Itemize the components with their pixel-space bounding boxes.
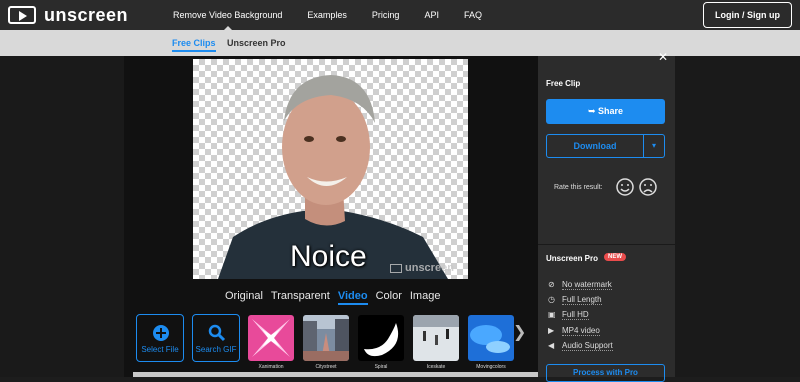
close-icon[interactable]: ✕	[658, 50, 668, 64]
smiley-face-icon[interactable]	[616, 178, 634, 196]
right-margin	[675, 56, 800, 377]
login-signup-button[interactable]: Login / Sign up	[703, 2, 792, 28]
nav-pricing[interactable]: Pricing	[372, 0, 400, 30]
select-file-button[interactable]: Select File	[136, 314, 184, 362]
tab-original[interactable]: Original	[225, 290, 263, 305]
download-button[interactable]: Download	[546, 134, 644, 158]
tab-video[interactable]: Video	[337, 290, 368, 305]
spiral-graphic	[364, 323, 399, 357]
tab-color[interactable]: Color	[376, 290, 402, 305]
horizontal-scrollbar[interactable]	[133, 372, 538, 377]
feature-full-hd: ▣ Full HD	[548, 310, 589, 320]
nav-remove-video-background[interactable]: Remove Video Background	[173, 0, 282, 31]
background-thumb-xanimation[interactable]	[248, 315, 294, 361]
feature-audio-support: ◀ Audio Support	[548, 341, 613, 351]
plus-circle-icon	[153, 325, 169, 341]
thumb-label-spiral: Spiral	[374, 364, 388, 370]
rate-result-label: Rate this result:	[554, 184, 603, 191]
unscreen-watermark: unscreen	[390, 262, 454, 274]
carousel-next-arrow-icon[interactable]: ❯	[513, 322, 526, 342]
no-watermark-icon: ⊘	[548, 280, 555, 289]
background-type-tabs: Original Transparent Video Color Image	[225, 290, 448, 305]
nav-api[interactable]: API	[424, 0, 439, 30]
tab-transparent[interactable]: Transparent	[271, 290, 330, 305]
process-with-pro-button[interactable]: Process with Pro	[546, 364, 665, 382]
video-icon: ▶	[548, 326, 555, 335]
tab-image[interactable]: Image	[410, 290, 441, 305]
thumb-label-movingcolors: Movingcolors	[476, 364, 506, 370]
panel-title: Free Clip	[546, 79, 581, 88]
x-pattern-graphic	[252, 319, 290, 357]
sub-navigation-bar: Free Clips Unscreen Pro	[0, 30, 800, 56]
city-street-graphic	[303, 315, 349, 361]
frowny-face-icon[interactable]	[639, 178, 657, 196]
speaker-icon: ◀	[548, 341, 555, 350]
search-icon	[208, 324, 226, 342]
background-thumb-citystreet[interactable]	[303, 315, 349, 361]
clock-icon: ◷	[548, 295, 555, 304]
unscreen-logo[interactable]: unscreen	[8, 4, 128, 26]
left-margin	[0, 56, 124, 377]
hd-icon: ▣	[548, 310, 556, 319]
tab-unscreen-pro[interactable]: Unscreen Pro	[227, 38, 286, 48]
share-button[interactable]: ➥ Share	[546, 99, 665, 124]
download-options-chevron-icon[interactable]: ▾	[643, 134, 665, 158]
feature-full-length: ◷ Full Length	[548, 295, 602, 305]
share-icon: ➥	[587, 106, 599, 116]
background-thumb-iceskate[interactable]	[413, 315, 459, 361]
nav-examples[interactable]: Examples	[307, 0, 347, 30]
thumb-label-xanimation: Xanimation	[258, 364, 284, 370]
logo-play-icon	[8, 6, 36, 24]
background-thumb-movingcolors[interactable]	[468, 315, 514, 361]
panel-divider	[538, 244, 675, 245]
unscreen-pro-title: Unscreen Pro	[546, 254, 599, 263]
search-gif-button[interactable]: Search GIF	[192, 314, 240, 362]
fluid-colors-graphic	[470, 325, 510, 353]
background-thumb-spiral[interactable]	[358, 315, 404, 361]
search-gif-label: Search GIF	[195, 345, 237, 354]
watermark-play-icon	[390, 263, 402, 273]
new-badge: NEW	[604, 253, 626, 261]
feature-mp4-video: ▶ MP4 video	[548, 326, 600, 336]
top-navigation-bar: unscreen Remove Video Background Example…	[0, 0, 800, 31]
feature-no-watermark: ⊘ No watermark	[548, 280, 612, 290]
gif-caption-text: Noice	[290, 240, 367, 273]
ice-rink-graphic	[413, 315, 459, 345]
nav-faq[interactable]: FAQ	[464, 0, 482, 30]
tab-free-clips[interactable]: Free Clips	[172, 38, 216, 52]
logo-text: unscreen	[44, 4, 129, 25]
thumb-label-citystreet: Citystreet	[315, 364, 337, 370]
select-file-label: Select File	[141, 345, 179, 354]
thumb-label-iceskate: Iceskate	[426, 364, 446, 370]
main-nav: Remove Video Background Examples Pricing…	[173, 0, 507, 31]
